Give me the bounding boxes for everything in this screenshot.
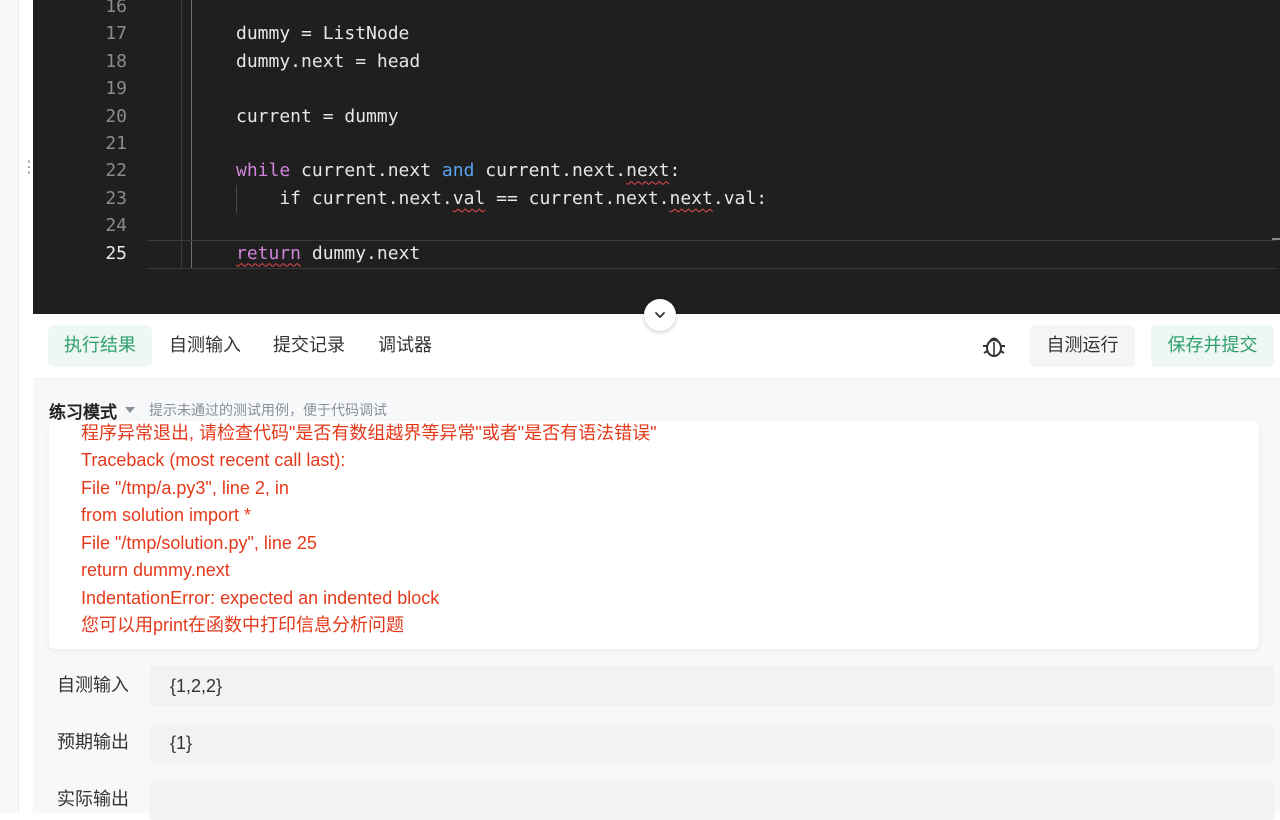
mode-title[interactable]: 练习模式 — [49, 398, 117, 423]
caret-down-icon[interactable] — [125, 407, 135, 413]
line-number: 17 — [105, 23, 127, 45]
code-line[interactable]: 22 while current.next and current.next.ne… — [33, 157, 1280, 184]
code-text: dummy = ListNode — [236, 20, 409, 47]
left-rail — [0, 0, 19, 813]
code-token: current.next. — [474, 160, 627, 182]
code-line[interactable]: 16 — [33, 0, 1280, 20]
chevron-down-icon — [655, 312, 665, 318]
code-token: next — [626, 160, 670, 182]
error-line: 程序异常退出, 请检查代码"是否有数组越界等异常"或者"是否有语法错误" — [81, 423, 657, 443]
code-token: current.next — [290, 160, 442, 182]
code-text: dummy.next = head — [236, 48, 420, 75]
code-line[interactable]: 18 dummy.next = head — [33, 48, 1280, 75]
tab-submission-history[interactable]: 提交记录 — [257, 325, 361, 367]
code-token: while — [236, 160, 291, 182]
error-line: File "/tmp/solution.py", line 25 — [81, 533, 317, 553]
code-text: return dummy.next — [236, 240, 420, 267]
code-token: dummy.next = head — [236, 50, 421, 72]
bug-icon — [983, 337, 1005, 357]
code-token: val — [452, 187, 486, 209]
code-token: dummy = ListNode — [236, 23, 410, 45]
tab-debugger[interactable]: 调试器 — [362, 325, 448, 367]
code-token: if current.next. — [236, 187, 453, 209]
code-editor[interactable]: 16 17 dummy = ListNode 18 dummy.next = head 1… — [33, 0, 1280, 314]
mode-hint: 提示未通过的测试用例，便于代码调试 — [149, 403, 387, 419]
code-text: while current.next and current.next.next… — [236, 157, 680, 184]
result-panel: 练习模式 提示未通过的测试用例，便于代码调试 程序异常退出, 请检查代码"是否有… — [33, 379, 1280, 820]
error-output-box: 程序异常退出, 请检查代码"是否有数组越界等异常"或者"是否有语法错误" Tra… — [49, 421, 1259, 649]
tab-execution-result[interactable]: 执行结果 — [48, 325, 152, 367]
line-number: 23 — [105, 187, 127, 209]
line-number: 22 — [105, 160, 127, 182]
error-line: IndentationError: expected an indented b… — [81, 588, 440, 608]
code-line[interactable]: 17 dummy = ListNode — [33, 20, 1280, 47]
save-and-submit-button[interactable]: 保存并提交 — [1151, 325, 1274, 367]
code-text: current = dummy — [236, 103, 399, 130]
line-number: 16 — [105, 0, 127, 17]
code-token: : — [669, 160, 681, 182]
expected-output-label: 预期输出 — [57, 732, 129, 753]
code-line[interactable]: 19 — [33, 75, 1280, 102]
input-value: {1,2,2} — [150, 666, 1274, 706]
line-number: 21 — [105, 133, 127, 154]
error-line: from solution import * — [81, 505, 252, 525]
collapse-editor-button[interactable] — [644, 299, 676, 331]
line-number: 19 — [105, 78, 127, 100]
tab-custom-input[interactable]: 自测输入 — [153, 325, 257, 367]
code-line[interactable]: 23 if current.next.val == current.next.n… — [33, 185, 1280, 212]
expected-output-value: {1} — [150, 723, 1274, 763]
error-line: return dummy.next — [81, 560, 230, 580]
line-number: 24 — [105, 215, 127, 237]
code-text: if current.next.val == current.next.next… — [236, 185, 767, 212]
actual-output-label: 实际输出 — [57, 789, 129, 810]
code-line[interactable]: 24 — [33, 212, 1280, 239]
input-label: 自测输入 — [57, 675, 129, 696]
practice-mode-selector[interactable]: 练习模式 提示未通过的测试用例，便于代码调试 — [49, 398, 387, 423]
code-token: return — [236, 242, 302, 264]
actual-output-value — [150, 780, 1274, 820]
error-line: 您可以用print在函数中打印信息分析问题 — [81, 615, 405, 635]
code-token: next — [669, 187, 713, 209]
line-number: 18 — [105, 50, 127, 72]
error-line: File "/tmp/a.py3", line 2, in — [81, 478, 289, 498]
code-line[interactable]: 20 current = dummy — [33, 103, 1280, 130]
line-number: 25 — [105, 242, 127, 264]
code-line[interactable]: 21 — [33, 130, 1280, 157]
code-token: current = dummy — [236, 105, 399, 127]
vertical-dots-icon[interactable]: ⋮ — [21, 159, 37, 189]
self-test-run-button[interactable]: 自测运行 — [1030, 325, 1135, 367]
error-line: Traceback (most recent call last): — [81, 450, 346, 470]
debug-button[interactable] — [979, 331, 1009, 361]
line-number: 20 — [105, 105, 127, 127]
code-line[interactable]: 25 return dummy.next — [33, 240, 1280, 267]
code-token: dummy.next — [301, 242, 421, 264]
code-token: .val: — [712, 187, 768, 209]
code-token: == current.next. — [485, 187, 670, 209]
code-token: and — [441, 160, 475, 182]
